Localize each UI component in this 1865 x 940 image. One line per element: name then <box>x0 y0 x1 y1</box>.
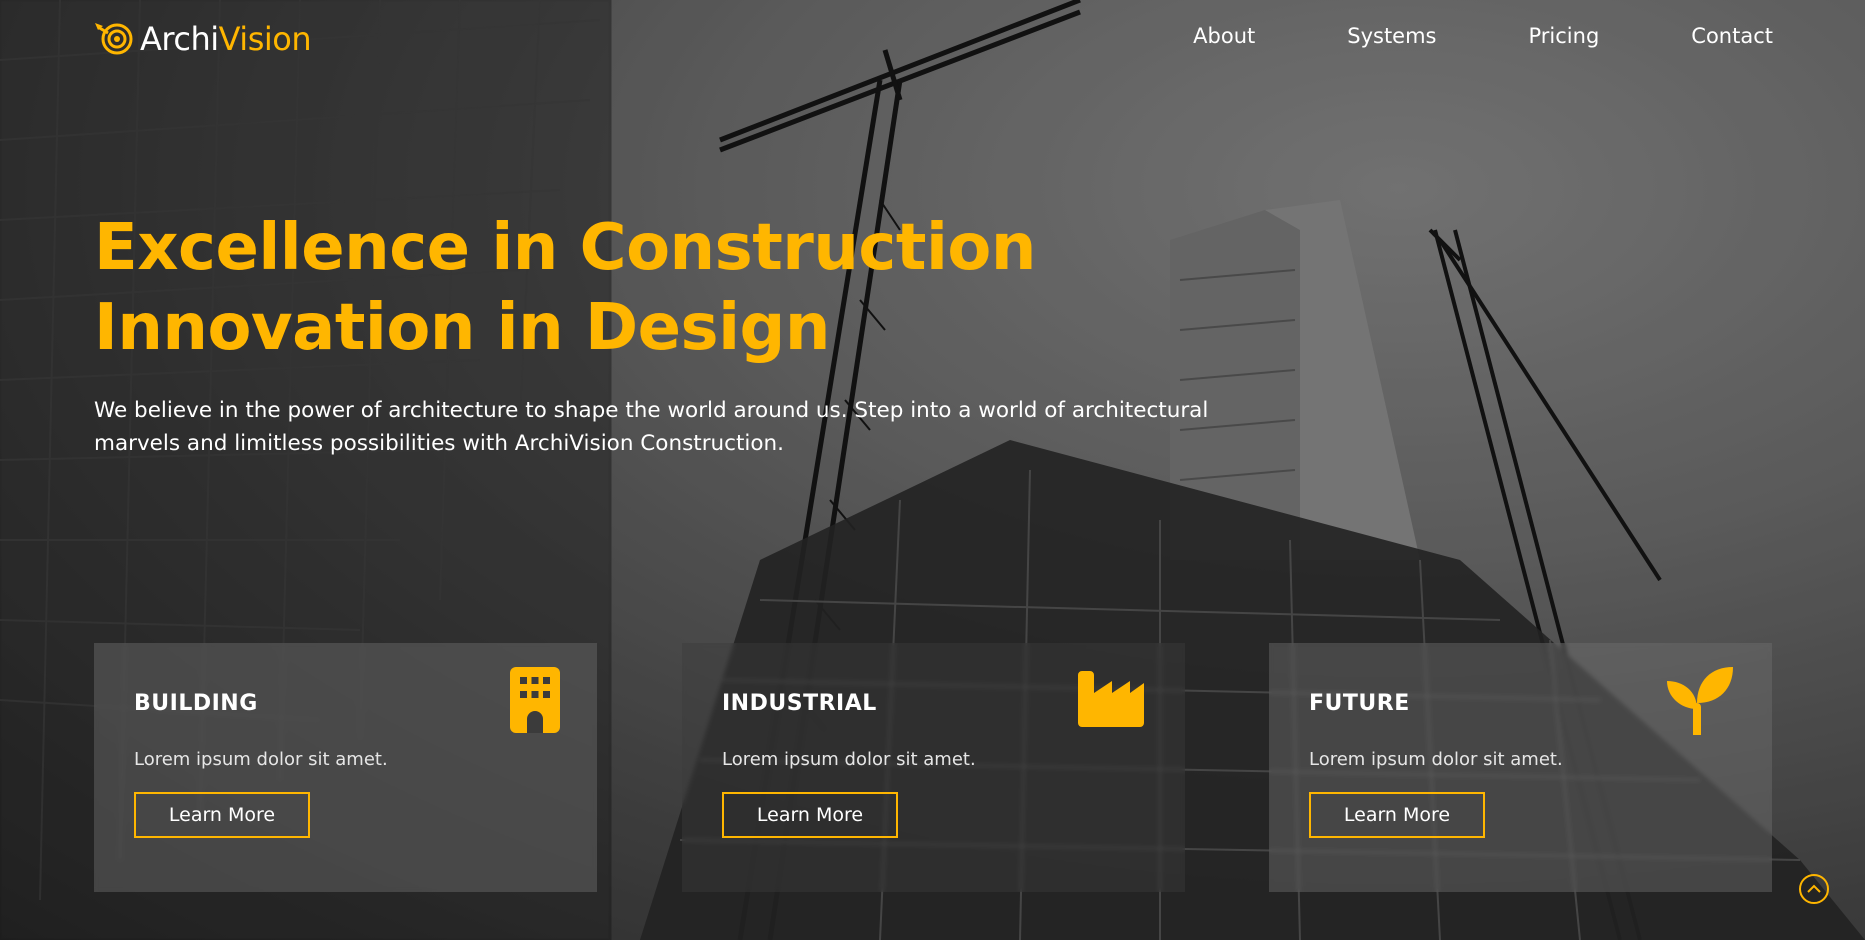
card-title: BUILDING <box>134 691 258 716</box>
card-title: FUTURE <box>1309 691 1410 716</box>
headline-line-1: Excellence in Construction <box>94 211 1036 285</box>
scroll-to-top-button[interactable] <box>1799 874 1829 904</box>
logo-target-icon <box>94 18 136 60</box>
logo-text-vision: Vision <box>218 20 312 58</box>
nav-systems[interactable]: Systems <box>1347 24 1436 48</box>
chevron-up-icon <box>1807 884 1821 893</box>
building-icon <box>510 667 560 733</box>
sprout-icon <box>1667 667 1733 735</box>
nav-pricing[interactable]: Pricing <box>1529 24 1600 48</box>
nav-about[interactable]: About <box>1193 24 1255 48</box>
learn-more-button[interactable]: Learn More <box>134 792 310 838</box>
card-future: FUTURE Lorem ipsum dolor sit amet. Learn… <box>1269 643 1772 892</box>
card-text: Lorem ipsum dolor sit amet. <box>1309 749 1563 770</box>
factory-icon <box>1078 671 1144 727</box>
card-text: Lorem ipsum dolor sit amet. <box>134 749 388 770</box>
learn-more-button[interactable]: Learn More <box>1309 792 1485 838</box>
logo-text-archi: Archi <box>140 20 219 58</box>
main-nav: About Systems Pricing Contact <box>1101 24 1773 48</box>
card-text: Lorem ipsum dolor sit amet. <box>722 749 976 770</box>
card-industrial: INDUSTRIAL Lorem ipsum dolor sit amet. L… <box>682 643 1185 892</box>
hero-headline: Excellence in Construction Innovation in… <box>94 208 1036 368</box>
hero-lead-text: We believe in the power of architecture … <box>94 398 1209 456</box>
card-title: INDUSTRIAL <box>722 691 877 716</box>
brand-logo[interactable]: Archi Vision <box>94 18 312 60</box>
card-building: BUILDING Lorem ipsum dolor sit amet. Lea… <box>94 643 597 892</box>
nav-contact[interactable]: Contact <box>1691 24 1773 48</box>
learn-more-button[interactable]: Learn More <box>722 792 898 838</box>
headline-line-2: Innovation in Design <box>94 291 830 365</box>
